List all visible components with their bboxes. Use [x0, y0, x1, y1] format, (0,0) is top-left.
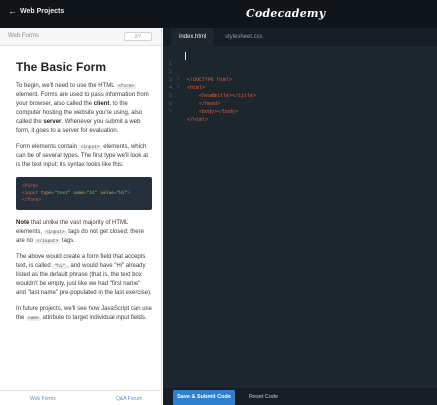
inline-code: <input>	[78, 145, 102, 150]
inline-code: <input>	[43, 230, 67, 235]
back-link[interactable]: ← Web Projects	[8, 6, 65, 16]
bold-term: client	[93, 101, 110, 107]
inline-code: name	[26, 316, 41, 321]
code-token: "Hi"	[116, 191, 128, 196]
code-token: "hi"	[86, 191, 98, 196]
save-submit-button[interactable]: Save & Submit Code	[173, 390, 235, 405]
lesson-title: The Basic Form	[16, 60, 107, 74]
text: element. Forms are used to pass informat…	[16, 92, 149, 107]
code-line: 4 <title></title>	[163, 76, 437, 99]
lesson-header: Web Forms 2/7	[0, 28, 161, 46]
lesson-progress-dropdown[interactable]: 2/7	[124, 32, 152, 41]
lesson-footer-nav: Web Forms Q&A Forum	[0, 390, 161, 405]
text: Form elements contain	[16, 144, 79, 150]
bold-term: Note	[16, 220, 30, 226]
lesson-content: The Basic Form To begin, we'll need to u…	[16, 60, 152, 330]
back-link-label: Web Projects	[20, 8, 65, 15]
code-line: 2 ▾ <html>	[163, 60, 437, 91]
code-line: 6 <body></body>	[163, 92, 437, 115]
code-line: </form>	[22, 198, 41, 203]
text: attribute to target individual input fie…	[40, 315, 147, 321]
code-line: 1 <!DOCTYPE html>	[163, 52, 437, 83]
code-token: <input	[22, 191, 41, 196]
qa-forum-link[interactable]: Q&A Forum	[116, 396, 142, 402]
instructions-panel: Web Forms 2/7 The Basic Form To begin, w…	[0, 28, 162, 405]
line-number: 7	[169, 109, 173, 115]
tab-index-html[interactable]: index.html	[171, 28, 215, 46]
paragraph-note: Note that unlike the vast majority of HT…	[16, 219, 152, 246]
paragraph-future: In future projects, we'll see how JavaSc…	[16, 305, 152, 323]
text: tags.	[60, 238, 75, 244]
editor-action-bar: Save & Submit Code Reset Code	[163, 388, 437, 405]
code-token: name=	[70, 191, 87, 196]
code-text: </html>	[187, 117, 209, 123]
brand-logo[interactable]: Codecademy	[246, 7, 325, 20]
code-line: 3 ▾ <head>	[163, 68, 437, 99]
inline-code: "hi"	[52, 264, 68, 269]
code-area[interactable]: 1 <!DOCTYPE html> 2 ▾ <html> 3 ▾ <head> …	[163, 52, 437, 123]
file-tabs: index.html stylesheet.css	[163, 28, 437, 46]
code-line: <input type="text" name="hi" value="Hi">	[22, 190, 146, 197]
reset-code-button[interactable]: Reset Code	[249, 390, 278, 405]
code-token: "text"	[54, 191, 71, 196]
code-line: 7 </html>	[163, 100, 437, 123]
code-token: type=	[40, 191, 55, 196]
code-line: <form>	[22, 184, 39, 189]
text: To begin, we'll need to use the HTML	[16, 83, 116, 89]
inline-code: <form>	[115, 84, 137, 89]
prev-lesson-link[interactable]: Web Forms	[30, 396, 56, 402]
paragraph-input: Form elements contain <input> elements, …	[16, 143, 152, 170]
lesson-section-title: Web Forms	[8, 33, 39, 39]
code-editor[interactable]: index.html stylesheet.css 1 <!DOCTYPE ht…	[163, 28, 437, 405]
paragraph-intro: To begin, we'll need to use the HTML <fo…	[16, 82, 152, 136]
tab-stylesheet-css[interactable]: stylesheet.css	[217, 28, 271, 46]
code-text: <body></body>	[199, 109, 239, 115]
code-example: <form> <input type="text" name="hi" valu…	[16, 177, 152, 210]
top-bar: ← Web Projects Codecademy	[0, 0, 437, 28]
code-token: >	[127, 191, 131, 196]
inline-code: </input>	[34, 239, 61, 244]
paragraph-example: The above would create a form field that…	[16, 253, 152, 298]
code-token: value=	[97, 191, 117, 196]
bold-term: server	[43, 119, 62, 125]
code-line: 5 </head>	[163, 84, 437, 107]
back-arrow-icon: ←	[8, 6, 17, 16]
text-cursor	[185, 52, 186, 60]
